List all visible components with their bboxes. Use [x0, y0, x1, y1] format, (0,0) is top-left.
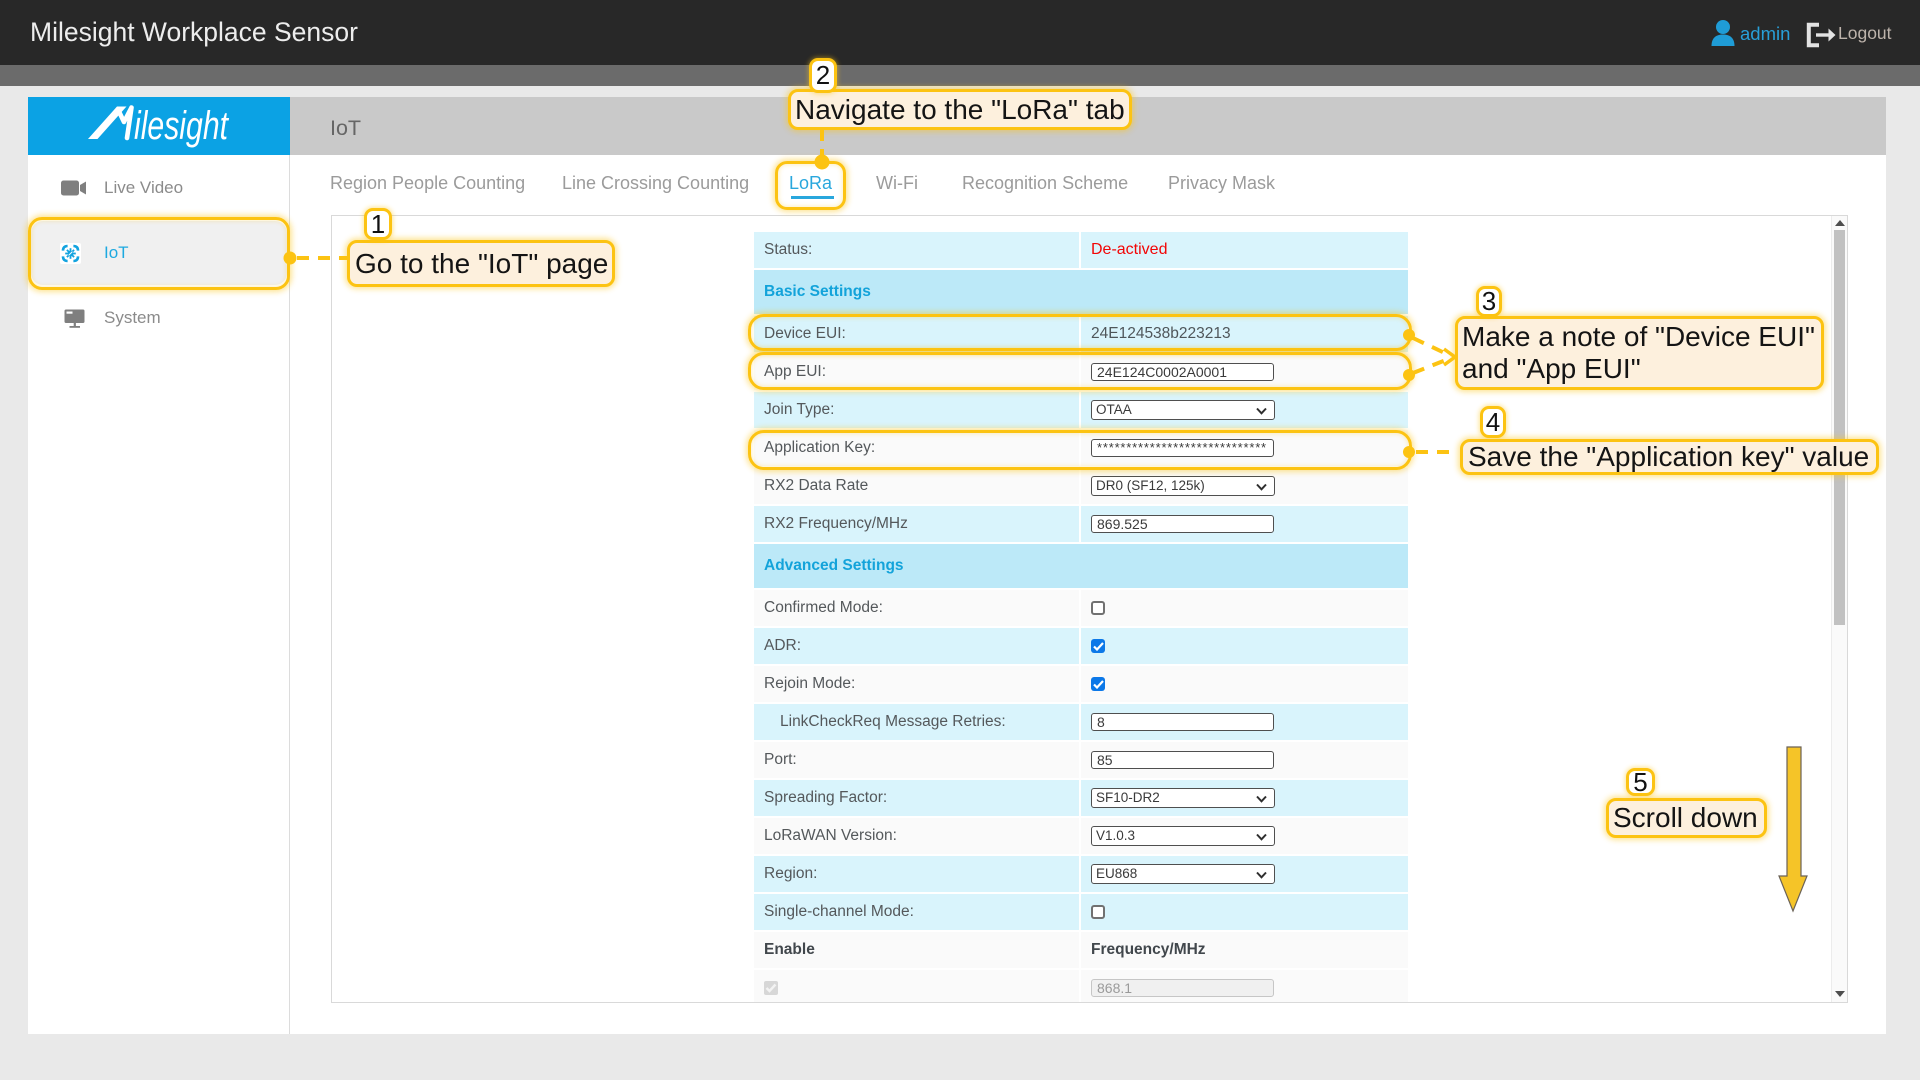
- svg-text:ilesight: ilesight: [134, 104, 229, 148]
